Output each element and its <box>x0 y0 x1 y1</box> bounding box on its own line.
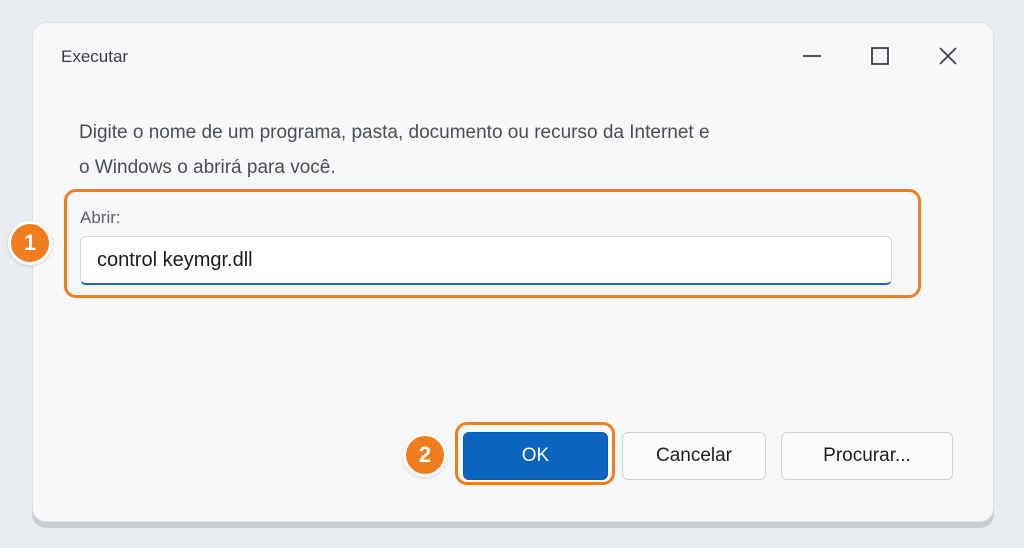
run-dialog: Executar Digite o nome de um programa, p… <box>32 22 994 522</box>
maximize-icon <box>871 47 889 65</box>
dialog-description: Digite o nome de um programa, pasta, doc… <box>79 122 710 178</box>
dialog-title: Executar <box>61 47 129 66</box>
close-button[interactable] <box>931 39 965 73</box>
cancel-button[interactable]: Cancelar <box>622 432 766 480</box>
minimize-icon <box>803 55 821 57</box>
browse-button[interactable]: Procurar... <box>781 432 953 480</box>
ok-button[interactable]: OK <box>463 432 608 480</box>
step-badge-1: 1 <box>8 221 52 265</box>
minimize-button[interactable] <box>795 39 829 73</box>
open-field-label: Abrir: <box>80 208 121 227</box>
open-input[interactable] <box>80 236 892 285</box>
maximize-button[interactable] <box>863 39 897 73</box>
close-icon <box>939 47 957 65</box>
step-badge-2: 2 <box>403 433 447 477</box>
